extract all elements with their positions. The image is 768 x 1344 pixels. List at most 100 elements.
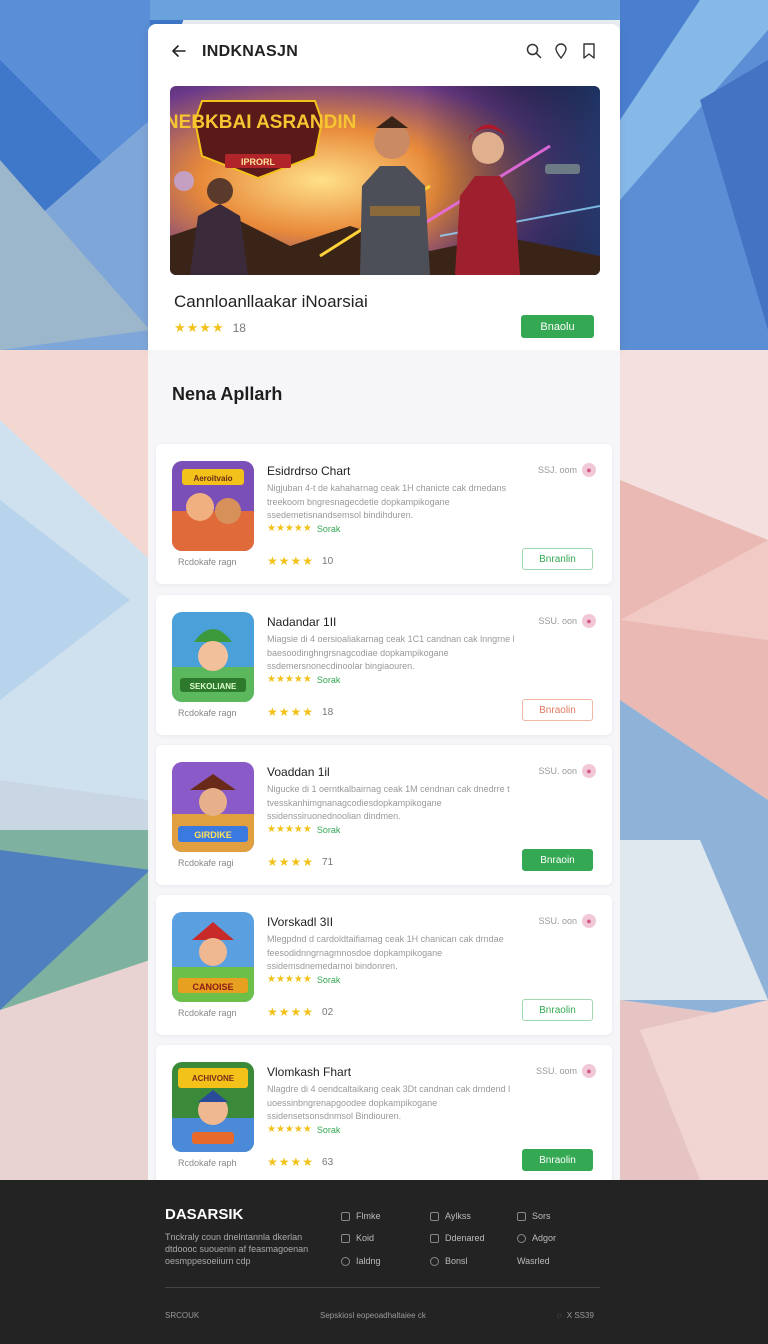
footer-link[interactable]: Wasrled (517, 1256, 550, 1266)
app-list-item[interactable]: Aeroitvaio Rcdokafe ragn Esidrdrso Chart… (156, 444, 612, 584)
app-icon[interactable]: CANOISE (172, 912, 254, 1002)
app-sub-label: Rcdokafe raph (178, 1158, 237, 1168)
app-inline-tag: Sorak (316, 523, 341, 534)
footer-link[interactable]: Adgor (517, 1233, 556, 1243)
top-bar: INDKNASJN (148, 24, 620, 78)
app-icon-text: Aeroitvaio (193, 474, 232, 483)
chat-bubble-icon[interactable]: ● (582, 614, 596, 628)
star-rating-icon: ★★★★★ (267, 974, 312, 985)
footer-bottom-right-text: X SS39 (566, 1311, 594, 1320)
app-rating: ★★★★ 63 (267, 1155, 333, 1169)
app-meta-text: SSU. oon (538, 916, 577, 926)
footer-link[interactable]: Sors (517, 1211, 551, 1221)
app-list-item[interactable]: CANOISE Rcdokafe ragn IVorskadl 3II Mleg… (156, 895, 612, 1035)
footer-link-label: Ialdng (356, 1256, 381, 1266)
app-rating-count: 63 (322, 1156, 334, 1168)
chat-bubble-icon[interactable]: ● (582, 764, 596, 778)
install-button[interactable]: Bnraolin (522, 1149, 593, 1171)
app-rating: ★★★★ 02 (267, 1005, 333, 1019)
app-icon-text: SEKOLIANE (190, 682, 237, 691)
footer-link-label: Bonsl (445, 1256, 468, 1266)
footer-link[interactable]: Aylkss (430, 1211, 471, 1221)
star-rating-icon: ★★★★ (267, 554, 315, 568)
chat-icon: ◌ (557, 1311, 562, 1320)
app-icon[interactable]: SEKOLIANE (172, 612, 254, 702)
app-title: INDKNASJN (202, 43, 299, 60)
app-sub-label: Rcdokafe ragi (178, 858, 234, 868)
app-name: Voaddan 1il (267, 765, 330, 779)
app-inline-tag: Sorak (316, 1124, 341, 1135)
banner-logo-subtitle: IPRORL (241, 157, 276, 167)
star-rating-icon: ★★★★ (174, 320, 225, 335)
bookmark-icon[interactable] (579, 41, 599, 61)
app-inline-rating: ★★★★★ Sorak (267, 824, 340, 835)
app-inline-rating: ★★★★★ Sorak (267, 974, 340, 985)
app-meta: SSU. oon ● (538, 764, 596, 778)
app-icon[interactable]: GIRDIKE (172, 762, 254, 852)
app-list-item[interactable]: ACHIVONE Rcdokafe raph Vlomkash Fhart Nl… (156, 1045, 612, 1185)
document-icon (430, 1233, 439, 1243)
app-sub-label: Rcdokafe ragn (178, 1008, 237, 1018)
featured-rating-count: 18 (232, 321, 246, 335)
app-icon[interactable]: ACHIVONE (172, 1062, 254, 1152)
install-button[interactable]: Bnraoin (522, 849, 593, 871)
footer-brand-text: Tnckraly coun dnelntannla dkerlan dtdooo… (165, 1232, 309, 1266)
footer-link-label: Adgor (532, 1233, 557, 1243)
footer-bottom-right[interactable]: ◌ X SS39 (557, 1311, 594, 1320)
back-arrow-icon[interactable] (168, 40, 190, 62)
footer-link[interactable]: Koid (341, 1233, 374, 1243)
chat-bubble-icon[interactable]: ● (582, 463, 596, 477)
footer-link[interactable]: Ddenared (430, 1233, 485, 1243)
featured-install-button[interactable]: Bnaolu (521, 315, 594, 338)
app-meta: SSJ. oom ● (538, 463, 596, 477)
app-sub-label: Rcdokafe ragn (178, 708, 237, 718)
app-description: Nigjuban 4-t de kahaharnag ceak 1H chani… (267, 483, 507, 520)
app-description: Nigucke di 1 oerntkalbairnag ceak 1M cen… (267, 784, 510, 821)
footer-link-label: Koid (356, 1233, 375, 1243)
footer-link-label: Ddenared (445, 1233, 485, 1243)
app-list-item[interactable]: SEKOLIANE Rcdokafe ragn Nadandar 1II Mia… (156, 595, 612, 735)
star-rating-icon: ★★★★ (267, 1155, 315, 1169)
app-inline-tag: Sorak (316, 974, 341, 985)
footer: DASARSIK Tnckraly coun dnelntannla dkerl… (0, 1180, 768, 1344)
app-page: INDKNASJN INEBKBAI ASRANDIN IPRORL Cannl… (148, 24, 620, 1185)
banner-logo-text: INEBKBAI ASRANDIN (170, 112, 356, 133)
chat-bubble-icon[interactable]: ● (582, 914, 596, 928)
footer-brand: DASARSIK (165, 1206, 244, 1223)
square-icon (341, 1233, 350, 1243)
circle-icon (430, 1256, 439, 1266)
circle-icon (341, 1256, 350, 1266)
app-name: Nadandar 1II (267, 615, 337, 629)
app-rating-count: 71 (322, 856, 334, 868)
footer-link-label: Flmke (356, 1211, 381, 1221)
footer-link-label: Wasrled (517, 1256, 550, 1266)
app-meta-text: SSU. oon (538, 616, 577, 626)
location-pin-icon[interactable] (551, 41, 571, 61)
featured-banner-image[interactable]: INEBKBAI ASRANDIN IPRORL (170, 86, 600, 275)
app-inline-tag: Sorak (316, 824, 341, 835)
chat-bubble-icon[interactable]: ● (582, 1064, 596, 1078)
install-button[interactable]: Bnraolin (522, 699, 593, 721)
footer-bottom-text[interactable]: Sepskiosl eopeoadhaltaiee ck (320, 1311, 426, 1320)
install-button[interactable]: Bnraolin (522, 999, 593, 1021)
featured-card: INDKNASJN INEBKBAI ASRANDIN IPRORL Cannl… (148, 24, 620, 350)
footer-link[interactable]: Ialdng (341, 1256, 381, 1266)
footer-link[interactable]: Bonsl (430, 1256, 468, 1266)
square-icon (341, 1211, 350, 1221)
star-rating-icon: ★★★★ (267, 855, 315, 869)
star-rating-icon: ★★★★ (267, 705, 315, 719)
install-button[interactable]: Bnranlin (522, 548, 593, 570)
app-list-item[interactable]: GIRDIKE Rcdokafe ragi Voaddan 1il Niguck… (156, 745, 612, 885)
app-inline-rating: ★★★★★ Sorak (267, 674, 340, 685)
search-icon[interactable] (524, 41, 544, 61)
footer-link[interactable]: Flmke (341, 1211, 381, 1221)
app-description: Mlegpdnd d cardoldtaifiamag ceak 1H chan… (267, 934, 504, 971)
app-rating: ★★★★ 18 (267, 705, 333, 719)
app-sub-label: Rcdokafe ragn (178, 557, 237, 567)
app-icon-text: CANOISE (192, 982, 233, 992)
app-rating-count: 10 (322, 555, 334, 567)
app-meta: SSU. oon ● (538, 914, 596, 928)
app-icon[interactable]: Aeroitvaio (172, 461, 254, 551)
app-inline-rating: ★★★★★ Sorak (267, 1124, 340, 1135)
footer-copyright: SRCOUK (165, 1311, 200, 1320)
